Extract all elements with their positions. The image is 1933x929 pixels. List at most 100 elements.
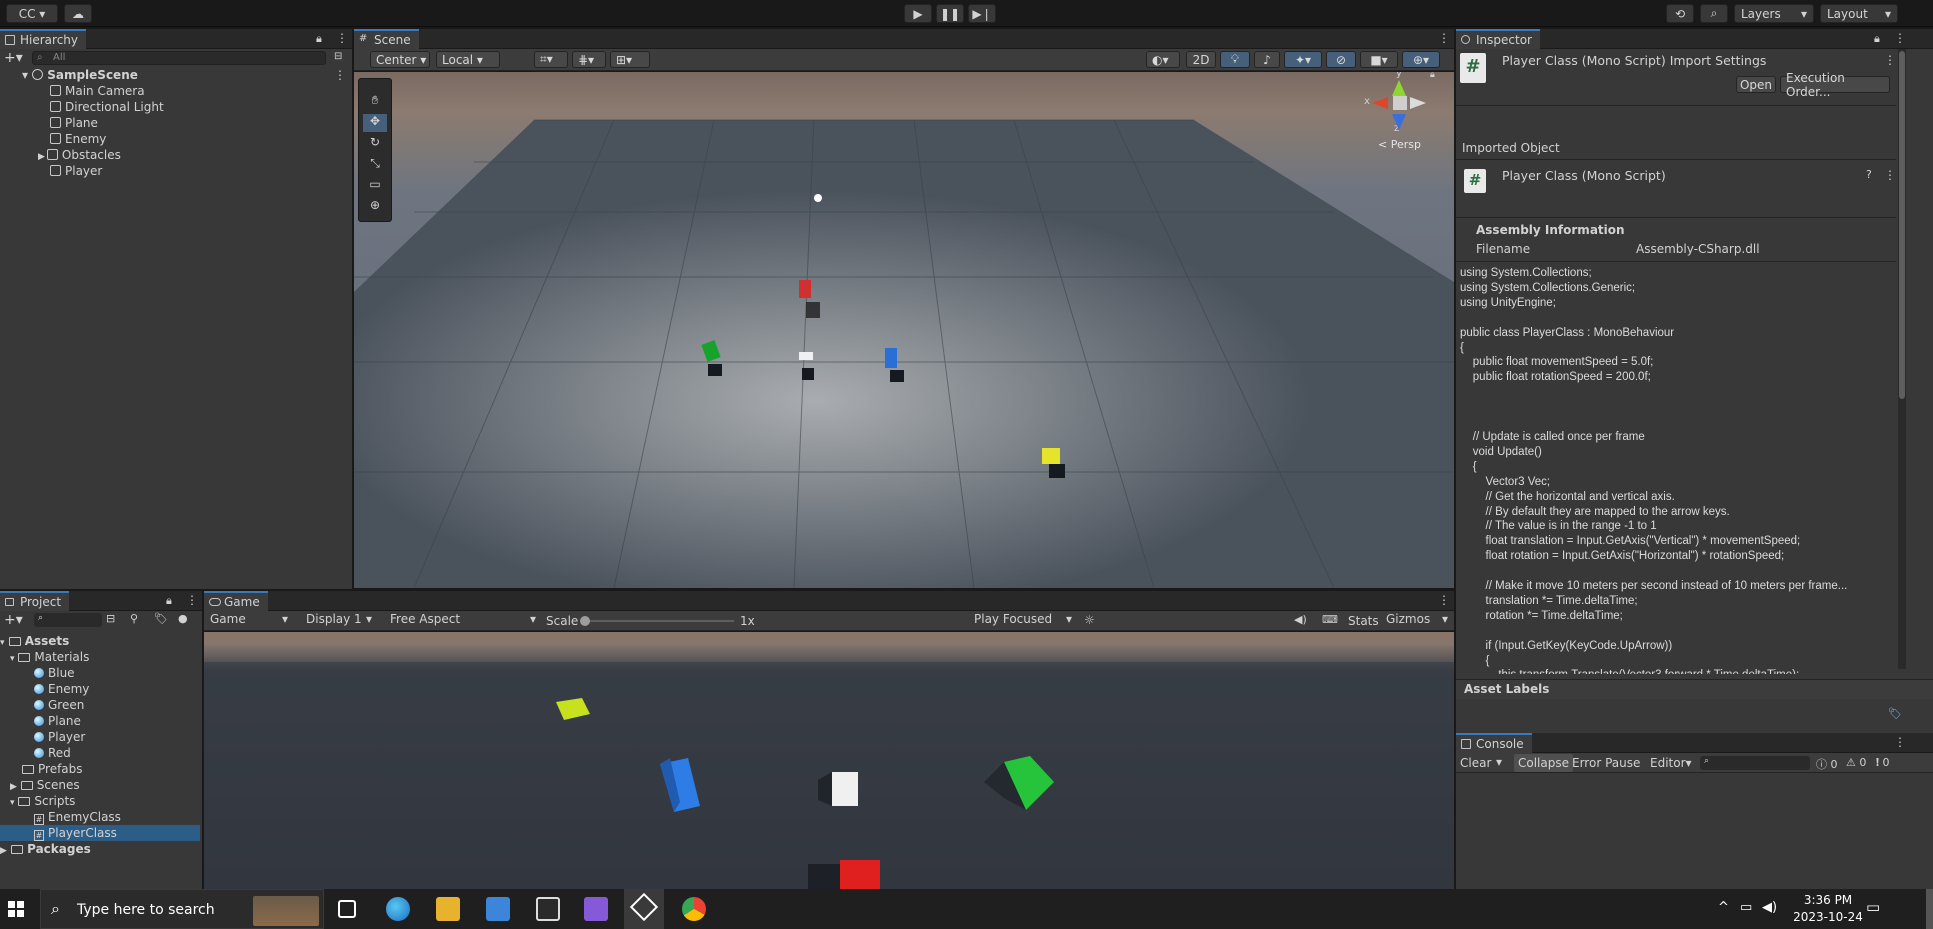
project-folder-scenes[interactable]: ▶ Scenes	[10, 777, 80, 793]
collapse-toggle[interactable]: Collapse	[1514, 754, 1573, 772]
tag-icon[interactable]: 🏷︎	[1888, 707, 1902, 720]
search-by-type-icon[interactable]: ⊟	[106, 612, 115, 625]
edge-browser-icon[interactable]	[386, 897, 410, 921]
scene-menu-icon[interactable]: ⋮	[334, 67, 346, 83]
inspector-scrollbar[interactable]	[1898, 49, 1906, 669]
execution-order-button[interactable]: Execution Order...	[1780, 71, 1890, 99]
orientation-gizmo[interactable]: y x z 🔒︎ < Persp	[1364, 72, 1444, 162]
layout-dropdown[interactable]: Layout ▾	[1820, 4, 1898, 23]
windows-start-icon[interactable]	[8, 901, 24, 917]
material-item-green[interactable]: Green	[34, 697, 84, 713]
gizmos-toggle[interactable]: ⊕▾	[1402, 51, 1440, 68]
scene-root[interactable]: ▾ SampleScene ⋮	[22, 67, 352, 83]
stats-button[interactable]: Stats	[1348, 614, 1379, 628]
create-asset-icon[interactable]: +▾	[4, 612, 23, 628]
tab-hierarchy[interactable]: Hierarchy	[0, 29, 87, 49]
material-item-blue[interactable]: Blue	[34, 665, 75, 681]
project-menu-icon[interactable]: ⋮	[186, 593, 198, 607]
rect-tool-icon[interactable]: ▭	[363, 177, 387, 195]
project-folder-scripts[interactable]: ▾ Scripts	[10, 793, 75, 809]
pause-button[interactable]: ❚❚	[936, 4, 964, 23]
rotate-tool-icon[interactable]: ↻	[363, 135, 387, 153]
search-icon[interactable]: ⌕	[1700, 4, 1728, 23]
tab-project[interactable]: Project	[0, 591, 70, 611]
toggle-2d-button[interactable]: 2D	[1186, 51, 1216, 68]
space-dropdown[interactable]: Local ▾	[436, 51, 500, 68]
expand-arrow-icon[interactable]: ▾	[10, 654, 15, 664]
audio-toggle[interactable]: ♪	[1254, 51, 1280, 68]
editor-dropdown[interactable]: Editor▾	[1650, 756, 1692, 770]
hidden-packages-icon[interactable]: ●	[178, 612, 188, 625]
unity-hub-icon[interactable]	[536, 897, 560, 921]
view-mode-dropdown[interactable]: Game ▾	[206, 612, 292, 629]
play-mode-dropdown[interactable]: Play Focused ▾	[970, 612, 1076, 629]
clear-button[interactable]: Clear	[1460, 756, 1491, 770]
console-menu-icon[interactable]: ⋮	[1894, 735, 1906, 749]
microsoft-store-icon[interactable]	[486, 897, 510, 921]
hierarchy-item-player[interactable]: Player	[50, 163, 102, 179]
scrollbar-thumb[interactable]	[1899, 51, 1905, 399]
add-icon[interactable]: +▾	[4, 50, 23, 66]
tab-console[interactable]: Console	[1456, 733, 1532, 753]
scale-tool-icon[interactable]: ⤡	[363, 156, 387, 174]
expand-arrow-icon[interactable]: ▶	[38, 152, 45, 162]
error-pause-toggle[interactable]: Error Pause	[1572, 756, 1640, 770]
layers-dropdown[interactable]: Layers ▾	[1734, 4, 1814, 23]
hand-tool-icon[interactable]: ✋︎	[363, 93, 387, 111]
pivot-dropdown[interactable]: Center ▾	[370, 51, 430, 68]
scene-menu-icon[interactable]: ⋮	[1438, 31, 1450, 45]
log-count[interactable]: ⓘ 0	[1816, 756, 1838, 772]
hierarchy-item-directional-light[interactable]: Directional Light	[50, 99, 164, 115]
expand-arrow-icon[interactable]: ▶	[10, 782, 17, 792]
transform-tool-icon[interactable]: ⊕	[363, 198, 387, 216]
move-tool-icon[interactable]: ✥	[363, 114, 387, 132]
warning-count[interactable]: ⚠︎ 0	[1846, 756, 1866, 769]
chrome-icon[interactable]	[682, 897, 706, 921]
taskbar-search-input[interactable]: ⌕ Type here to search	[40, 889, 324, 929]
tab-game[interactable]: Game	[204, 591, 268, 611]
project-folder-materials[interactable]: ▾ Materials	[10, 649, 89, 665]
game-viewport[interactable]	[204, 632, 1454, 889]
clear-options-dropdown[interactable]: ▾	[1496, 755, 1502, 769]
material-item-red[interactable]: Red	[34, 745, 71, 761]
lock-icon[interactable]: 🔒︎	[316, 32, 322, 46]
header-menu-icon[interactable]: ⋮	[1884, 53, 1896, 67]
hierarchy-item-obstacles[interactable]: ▶ Obstacles	[38, 147, 121, 163]
hierarchy-item-main-camera[interactable]: Main Camera	[50, 83, 145, 99]
material-item-enemy[interactable]: Enemy	[34, 681, 89, 697]
tab-scene[interactable]: # Scene	[354, 29, 419, 49]
scale-slider-thumb[interactable]	[580, 616, 590, 626]
expand-arrow-icon[interactable]: ▾	[0, 638, 5, 648]
error-count[interactable]: ❗︎ 0	[1876, 756, 1890, 770]
network-icon[interactable]: ▭	[1740, 900, 1752, 915]
perspective-label[interactable]: < Persp	[1378, 138, 1421, 151]
display-dropdown[interactable]: Display 1 ▾	[302, 612, 376, 629]
project-folder-assets[interactable]: ▾ Assets	[0, 633, 202, 649]
inspector-menu-icon[interactable]: ⋮	[1894, 31, 1906, 45]
material-item-plane[interactable]: Plane	[34, 713, 81, 729]
expand-arrow-icon[interactable]: ▾	[22, 68, 28, 82]
taskbar-time[interactable]: 3:36 PM	[1796, 893, 1860, 907]
search-by-label-icon[interactable]: ⚲	[130, 612, 138, 625]
cloud-icon[interactable]: ☁	[64, 4, 92, 23]
hierarchy-filter-icon[interactable]: ⊟	[334, 51, 342, 62]
scene-viewport[interactable]: ✋︎ ✥ ↻ ⤡ ▭ ⊕ y x z 🔒︎ < Persp	[354, 72, 1454, 588]
lock-icon[interactable]: 🔒︎	[166, 594, 172, 608]
project-search-input[interactable]: ⌕	[34, 613, 102, 627]
hierarchy-search-input[interactable]: ⌕ All	[32, 51, 326, 65]
task-view-icon[interactable]	[338, 900, 356, 918]
mute-audio-icon[interactable]: ◀)	[1294, 613, 1307, 626]
object-menu-icon[interactable]: ⋮	[1884, 168, 1896, 182]
gizmos-dropdown[interactable]: Gizmos ▾	[1384, 612, 1450, 629]
taskbar-date[interactable]: 2023-10-24	[1788, 910, 1868, 924]
notifications-icon[interactable]: ▭	[1866, 898, 1880, 916]
unity-editor-taskbar-item[interactable]	[624, 889, 664, 929]
bug-icon[interactable]: ☼	[1084, 613, 1095, 627]
show-hidden-icons-icon[interactable]: ^	[1718, 900, 1729, 915]
scale-slider[interactable]	[580, 616, 734, 626]
increment-snap-button[interactable]: ⋕▾	[572, 51, 606, 68]
volume-icon[interactable]: ◀)	[1762, 900, 1777, 915]
render-mode-button[interactable]: ⊞▾	[610, 51, 650, 68]
hierarchy-item-enemy[interactable]: Enemy	[50, 131, 106, 147]
file-explorer-icon[interactable]	[436, 897, 460, 921]
